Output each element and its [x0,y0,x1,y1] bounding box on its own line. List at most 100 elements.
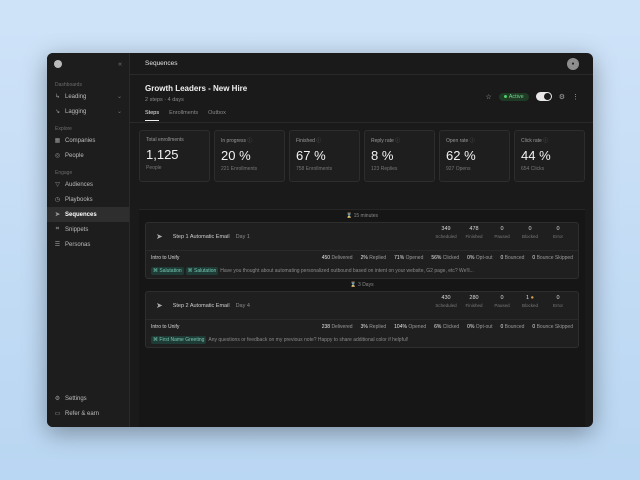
sidebar-item-companies[interactable]: ▦ Companies [47,133,129,148]
info-icon[interactable]: ⓘ [470,138,475,144]
stat-sub: 758 Enrollments [296,166,333,172]
tab-enrollments[interactable]: Enrollments [169,110,198,120]
sidebar-item-leading[interactable]: ↳ Leading ⌄ [47,89,129,104]
sidebar-item-label: People [65,152,84,159]
sidebar-item-label: Personas [65,241,91,248]
step-day: Day 4 [235,302,250,309]
variant-row[interactable]: Intro to Unify 238 Delivered 3% Replied … [146,320,578,333]
sidebar-section-explore: Explore [55,126,72,132]
sidebar-item-people[interactable]: ◎ People [47,148,129,163]
stat-label: Reply rate ⓘ [371,138,401,144]
step-card[interactable]: ➤ Step 1 Automatic Email Day 1 349 Schedu… [145,222,579,279]
header-actions: ☆ Active ⚙ ⋮ [485,92,579,101]
trend-icon: ↘ [54,109,61,115]
status-label: Active [508,93,524,100]
variant-stat: 6% Clicked [434,323,460,330]
send-icon: ➤ [156,232,163,241]
stat-label: Open rate ⓘ [446,138,475,144]
delay-label: ⌛ 15 minutes [345,213,379,219]
variant-stat: 0% Opt-out [467,254,493,261]
gift-icon: ▭ [54,411,61,417]
step-day: Day 1 [235,233,250,240]
tab-steps[interactable]: Steps [145,110,160,121]
more-icon[interactable]: ⋮ [572,93,579,101]
tabs: Steps Enrollments Outbox [130,110,593,123]
stat-card: In progress ⓘ 20 % 221 Enrollments [214,130,285,182]
info-icon[interactable]: ⓘ [247,138,252,144]
filter-icon: ▽ [55,182,60,188]
step-card[interactable]: ➤ Step 2 Automatic Email Day 4 430 Schedu… [145,291,579,348]
variant-stat: 238 Delivered [321,323,353,330]
sidebar-section-dashboards: Dashboards [55,82,82,88]
sequence-header: Growth Leaders - New Hire 2 steps · 4 da… [130,75,593,103]
variable-chip: ⌘ Salutation [151,267,184,275]
topbar: Sequences ● [130,53,593,75]
chevron-down-icon[interactable]: ⌄ [117,93,122,100]
stat-value: 67 % [296,148,326,163]
status-badge: Active [498,92,529,101]
sidebar-item-audiences[interactable]: ▽ Audiences [47,177,129,192]
variant-stat: 0 Bounce Skipped [532,254,573,261]
preview-text: Any questions or feedback on my previous… [208,337,409,343]
avatar[interactable]: ● [567,57,579,70]
metric-paused: 0 Paused [494,295,510,308]
sidebar-item-label: Companies [65,137,96,144]
collapse-sidebar-icon[interactable]: « [118,61,122,68]
step-title: Step 2 Automatic Email [172,302,230,309]
metric-scheduled: 430 Scheduled [435,295,457,308]
sidebar: « Dashboards ↳ Leading ⌄ ↘ Lagging ⌄ Exp… [47,53,130,427]
warning-dot-icon: ● [530,295,534,301]
stat-value: 44 % [521,148,551,163]
variant-stat: 0% Opt-out [467,323,493,330]
stats-row: Total enrollments 1,125 People In progre… [130,123,593,182]
sidebar-item-settings[interactable]: ⚙ Settings [47,391,129,406]
variant-row[interactable]: Intro to Unify 450 Delivered 2% Replied … [146,251,578,264]
tab-outbox[interactable]: Outbox [208,110,226,120]
hourglass-icon: ⌛ [350,282,357,288]
sidebar-item-label: Settings [65,395,87,402]
sidebar-item-refer[interactable]: ▭ Refer & earn [47,406,129,421]
variant-stat: 0 Bounced [500,323,525,330]
sidebar-item-label: Sequences [65,211,97,218]
sidebar-item-label: Snippets [65,226,89,233]
stat-card: Click rate ⓘ 44 % 654 Clicks [514,130,585,182]
variant-name: Intro to Unify [151,323,180,330]
active-toggle[interactable] [535,92,552,101]
stat-sub: 221 Enrollments [221,166,258,172]
info-icon[interactable]: ⓘ [395,138,400,144]
stat-card: Total enrollments 1,125 People [139,130,210,182]
stat-label: Click rate ⓘ [521,138,549,144]
sidebar-header: « [47,53,129,75]
chevron-down-icon[interactable]: ⌄ [117,108,122,115]
sidebar-item-snippets[interactable]: ⌗ Snippets [47,222,129,237]
sidebar-item-label: Leading [65,93,87,100]
variable-chip: ⌘ First Name Greeting [151,336,207,344]
metric-finished: 280 Finished [465,295,483,308]
variant-stat: 450 Delivered [321,254,353,261]
stat-value: 62 % [446,148,476,163]
stat-card: Open rate ⓘ 62 % 927 Opens [439,130,510,182]
step-header: ➤ Step 2 Automatic Email Day 4 430 Schedu… [146,292,578,320]
stat-card: Reply rate ⓘ 8 % 123 Replies [364,130,435,182]
logo-icon[interactable] [54,60,62,68]
star-icon[interactable]: ☆ [485,93,491,101]
status-dot-icon [503,95,507,98]
step-metrics: 349 Scheduled 478 Finished 0 Paused 0 Blocke… [434,225,570,239]
metric-blocked[interactable]: 1 ● Blocked [518,294,542,308]
info-icon[interactable]: ⓘ [316,138,321,144]
sidebar-item-personas[interactable]: ☰ Personas [47,237,129,252]
sidebar-item-playbooks[interactable]: ◷ Playbooks [47,192,129,207]
sidebar-item-lagging[interactable]: ↘ Lagging ⌄ [47,104,129,119]
gear-icon[interactable]: ⚙ [559,93,565,101]
sidebar-item-sequences[interactable]: ➤ Sequences [47,207,129,222]
variant-stat: 56% Clicked [431,254,460,261]
info-icon[interactable]: ⓘ [543,138,548,144]
metric-scheduled: 349 Scheduled [435,226,457,239]
step-metrics: 430 Scheduled 280 Finished 0 Paused 1 ● Bloc… [434,294,570,308]
metric-blocked: 0 Blocked [521,226,538,239]
variant-stat: 2% Replied [360,254,387,261]
sidebar-section-engage: Engage [55,170,73,176]
template-preview: ⌘ First Name Greeting Any questions or f… [146,333,578,347]
preview-text: Have you thought about automating person… [220,268,474,274]
metric-error[interactable]: 0 Error [546,294,570,308]
